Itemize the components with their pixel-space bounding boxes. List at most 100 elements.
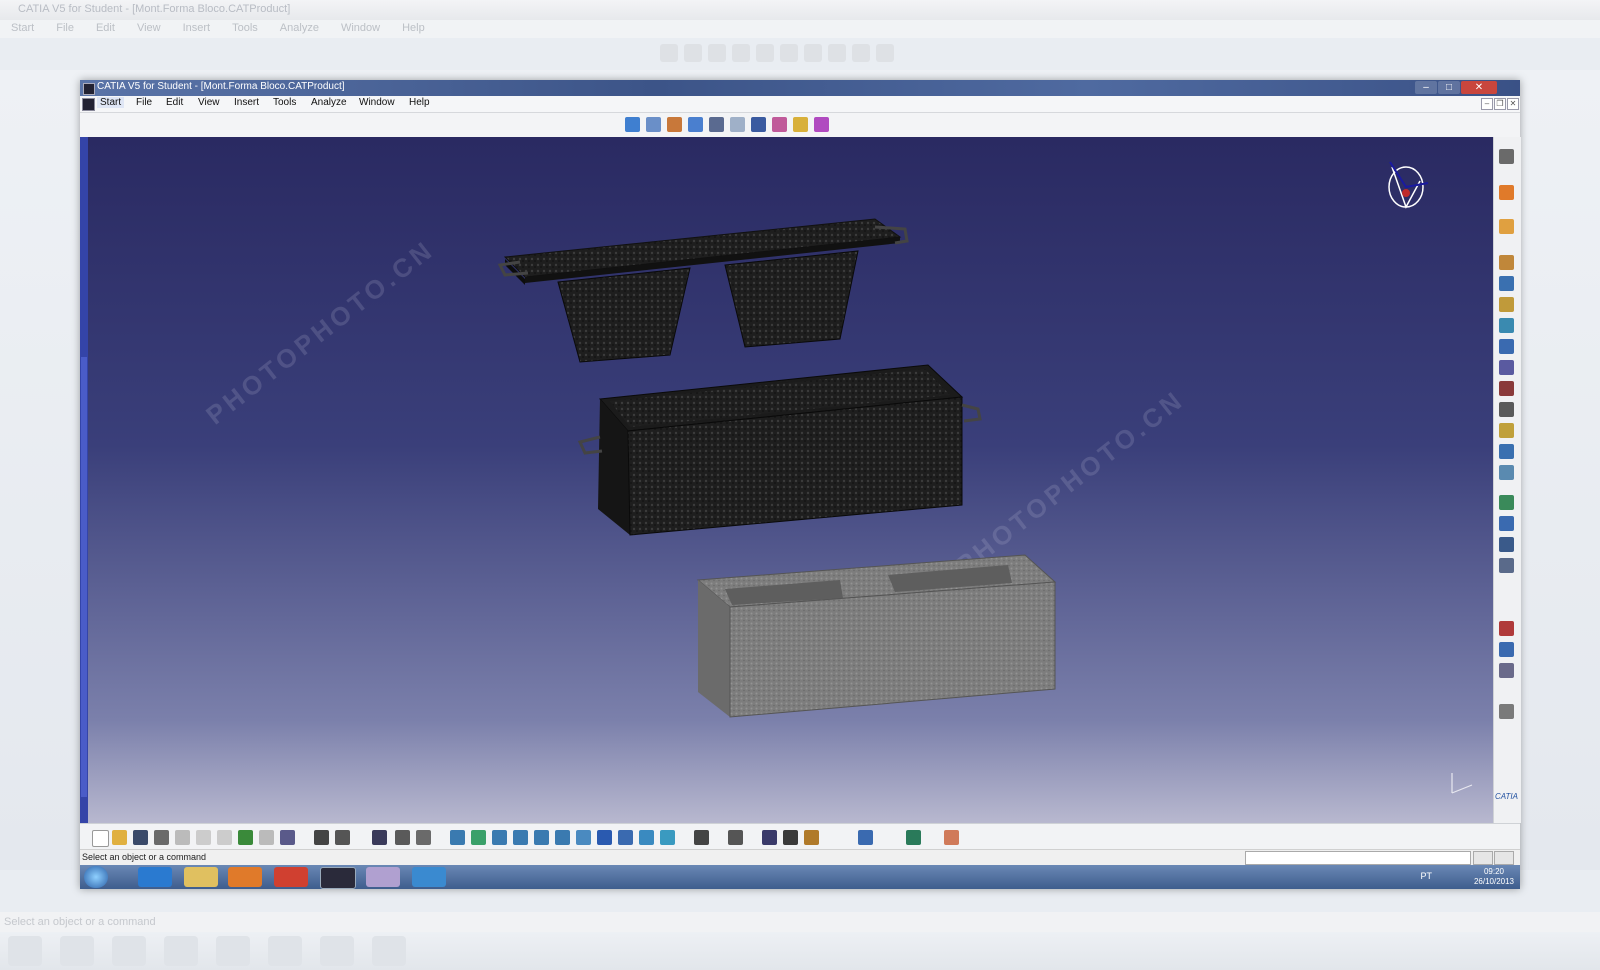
3d-viewport[interactable]: PHOTOPHOTO.CN PHOTOPHOTO.CN [80, 137, 1493, 823]
product-icon[interactable] [1499, 219, 1514, 234]
minimize-button[interactable]: – [1415, 81, 1437, 94]
menu-edit[interactable]: Edit [166, 97, 183, 108]
redo-icon[interactable] [259, 830, 274, 845]
properties-icon[interactable] [416, 830, 431, 845]
catalog-browser-icon[interactable] [783, 830, 798, 845]
fix-icon[interactable] [1499, 381, 1514, 396]
save-icon[interactable] [133, 830, 148, 845]
contact-icon[interactable] [1499, 423, 1514, 438]
pad-icon[interactable] [646, 117, 661, 132]
part-icon[interactable] [1499, 276, 1514, 291]
mdi-restore-button[interactable]: ❐ [1494, 98, 1506, 110]
cut-icon[interactable] [175, 830, 190, 845]
normal-view-icon[interactable] [576, 830, 591, 845]
paint-icon[interactable] [366, 867, 400, 887]
compass-icon[interactable] [1388, 161, 1429, 209]
mdi-close-button[interactable]: ✕ [1507, 98, 1519, 110]
menu-tools[interactable]: Tools [273, 97, 296, 108]
explode-icon[interactable] [1499, 537, 1514, 552]
rotate-icon[interactable] [513, 830, 528, 845]
lid-part[interactable] [497, 218, 909, 363]
chrome-icon[interactable] [274, 867, 308, 887]
mold-box-part[interactable] [577, 364, 982, 536]
knowledge-icon[interactable] [858, 830, 873, 845]
copy-icon[interactable] [196, 830, 211, 845]
window-titlebar[interactable]: CATIA V5 for Student - [Mont.Forma Bloco… [80, 80, 1520, 96]
zoom-out-icon[interactable] [555, 830, 570, 845]
reorder-icon[interactable] [1499, 339, 1514, 354]
menu-file[interactable]: File [136, 97, 152, 108]
open-icon[interactable] [112, 830, 127, 845]
measure-icon[interactable] [395, 830, 410, 845]
command-ok-button[interactable] [1473, 851, 1493, 865]
grid-icon[interactable] [944, 830, 959, 845]
internet-explorer-icon[interactable] [138, 867, 172, 887]
windows-start-icon[interactable] [84, 866, 108, 888]
command-input[interactable] [1245, 851, 1471, 865]
snap-icon[interactable] [1499, 516, 1514, 531]
catia-task-icon[interactable] [320, 867, 356, 889]
annotation-icon[interactable] [1499, 663, 1514, 678]
mdi-minimize-button[interactable]: – [1481, 98, 1493, 110]
shading-icon[interactable] [618, 830, 633, 845]
manipulate-icon[interactable] [1499, 495, 1514, 510]
language-indicator[interactable]: PT [1420, 871, 1432, 881]
catalog-icon[interactable] [751, 117, 766, 132]
update-all-icon[interactable] [762, 830, 777, 845]
compass-icon[interactable] [1499, 149, 1514, 164]
pan-icon[interactable] [492, 830, 507, 845]
menu-start[interactable]: Start [97, 97, 125, 108]
parameters-icon[interactable] [804, 830, 819, 845]
swap-icon[interactable] [660, 830, 675, 845]
comment-icon[interactable] [335, 830, 350, 845]
file-explorer-icon[interactable] [184, 867, 218, 887]
select-icon[interactable] [1499, 185, 1514, 200]
surface-icon[interactable] [688, 117, 703, 132]
system-clock[interactable]: 09:20 26/10/2013 [1474, 867, 1514, 887]
offset-icon[interactable] [1499, 444, 1514, 459]
capture-icon[interactable] [694, 830, 709, 845]
replace-icon[interactable] [1499, 318, 1514, 333]
mold-icon[interactable] [772, 117, 787, 132]
camera-icon[interactable] [728, 830, 743, 845]
iso-view-icon[interactable] [597, 830, 612, 845]
section-icon[interactable] [1499, 621, 1514, 636]
sheetmetal-icon[interactable] [709, 117, 724, 132]
table-icon[interactable] [372, 830, 387, 845]
maximize-button[interactable]: □ [1438, 81, 1460, 94]
menu-view[interactable]: View [198, 97, 220, 108]
drafting-icon[interactable] [730, 117, 745, 132]
analysis-icon[interactable] [793, 117, 808, 132]
menu-window[interactable]: Window [359, 97, 395, 108]
new-icon[interactable] [92, 830, 109, 847]
menu-insert[interactable]: Insert [234, 97, 259, 108]
menu-analyze[interactable]: Analyze [311, 97, 347, 108]
print-icon[interactable] [154, 830, 169, 845]
menu-help[interactable]: Help [409, 97, 430, 108]
clash-icon[interactable] [1499, 558, 1514, 573]
media-player-icon[interactable] [228, 867, 262, 887]
distance-icon[interactable] [1499, 642, 1514, 657]
component-icon[interactable] [1499, 255, 1514, 270]
fit-all-icon[interactable] [471, 830, 486, 845]
zoom-in-icon[interactable] [534, 830, 549, 845]
formula-icon[interactable] [314, 830, 329, 845]
constraint-icon[interactable] [1499, 360, 1514, 375]
close-button[interactable]: ✕ [1461, 81, 1497, 94]
assembly-icon[interactable] [667, 117, 682, 132]
whats-this-icon[interactable] [280, 830, 295, 845]
update-icon[interactable] [1499, 704, 1514, 719]
fly-icon[interactable] [450, 830, 465, 845]
undo-icon[interactable] [238, 830, 253, 845]
command-cancel-button[interactable] [1494, 851, 1514, 865]
kinematics-icon[interactable] [814, 117, 829, 132]
angle-icon[interactable] [1499, 465, 1514, 480]
coincidence-icon[interactable] [1499, 402, 1514, 417]
refresh-icon[interactable] [906, 830, 921, 845]
network-icon[interactable] [412, 867, 446, 887]
paste-icon[interactable] [217, 830, 232, 845]
insert-icon[interactable] [1499, 297, 1514, 312]
hide-show-icon[interactable] [639, 830, 654, 845]
concrete-block-part[interactable] [696, 554, 1057, 718]
sketch-icon[interactable] [625, 117, 640, 132]
